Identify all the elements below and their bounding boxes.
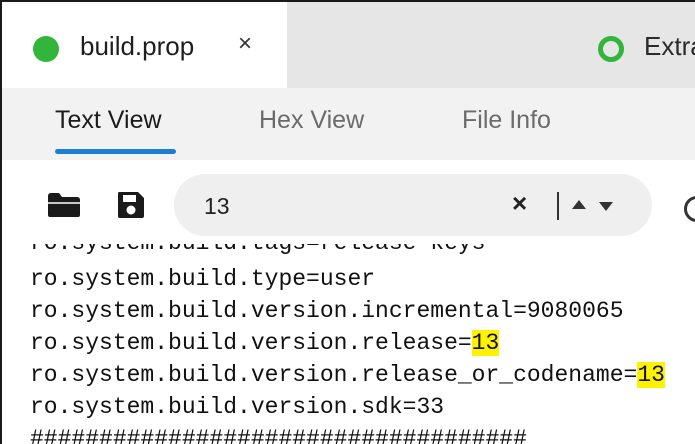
text-content[interactable]: ro.system.build.tags=release-keys ro.sys… xyxy=(2,244,695,444)
search-match-highlight: 13 xyxy=(637,362,665,388)
save-icon[interactable] xyxy=(117,191,145,219)
tab-text-view[interactable]: Text View xyxy=(55,106,162,135)
status-dot-icon xyxy=(33,36,59,62)
tab-build-prop[interactable]: build.prop × xyxy=(2,2,287,88)
active-tab-indicator xyxy=(55,149,176,154)
tab-file-info[interactable]: File Info xyxy=(462,106,551,135)
app-window: build.prop × Extraction Summary (1) × Te… xyxy=(0,0,695,444)
text-line: ro.system.build.version.incremental=9080… xyxy=(30,298,624,324)
search-field[interactable]: × xyxy=(174,174,652,236)
text-line: ro.system.build.version.sdk=33 xyxy=(30,394,445,420)
tab-title: Extraction Summary (1) xyxy=(644,31,695,61)
document-tab-strip: build.prop × Extraction Summary (1) × xyxy=(2,2,695,88)
text-line: ro.system.build.version.release=13 xyxy=(30,329,500,357)
line-text: ro.system.build.version.release= xyxy=(30,330,472,356)
clear-search-icon[interactable]: × xyxy=(512,190,527,216)
tab-hex-view[interactable]: Hex View xyxy=(259,106,364,135)
tab-title: build.prop xyxy=(80,31,195,61)
text-line: ro.system.build.type=user xyxy=(30,266,376,292)
search-input[interactable] xyxy=(204,191,494,221)
text-line: #################################### xyxy=(30,426,527,444)
toolbar: × xyxy=(2,160,695,244)
caret-down-icon[interactable] xyxy=(599,202,613,211)
tab-extraction-summary[interactable]: Extraction Summary (1) × xyxy=(287,2,695,88)
search-match-highlight: 13 xyxy=(471,330,500,356)
text-line: ro.system.build.tags=release-keys xyxy=(30,244,485,257)
search-divider xyxy=(557,192,559,220)
status-ring-icon xyxy=(598,36,624,62)
view-tab-row: Text View Hex View File Info xyxy=(2,88,695,160)
text-line: ro.system.build.version.release_or_coden… xyxy=(30,361,665,389)
close-icon[interactable]: × xyxy=(238,32,252,56)
folder-icon[interactable] xyxy=(47,192,81,218)
caret-up-icon[interactable] xyxy=(572,200,586,209)
line-text: ro.system.build.version.release_or_coden… xyxy=(30,362,638,388)
circle-icon[interactable] xyxy=(684,196,695,222)
